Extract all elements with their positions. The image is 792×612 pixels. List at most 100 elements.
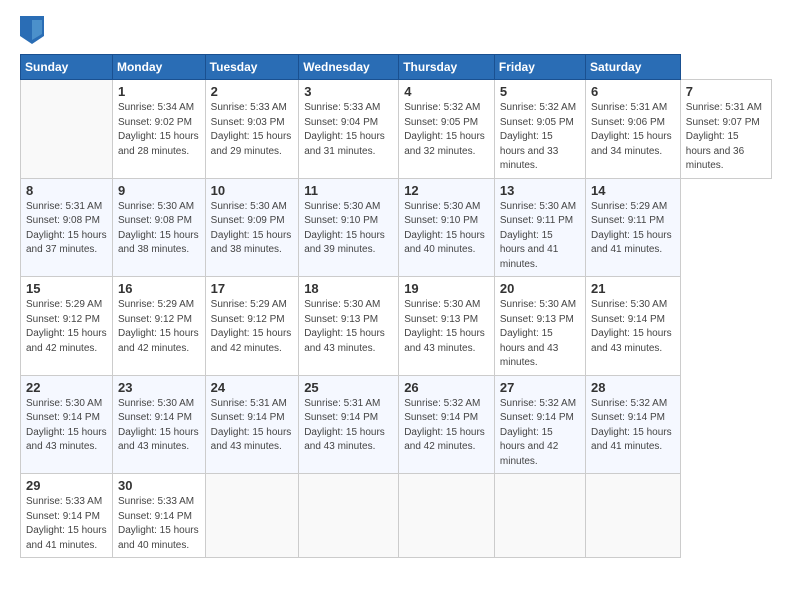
day-number: 14 — [591, 183, 675, 198]
weekday-header-row: SundayMondayTuesdayWednesdayThursdayFrid… — [21, 55, 772, 80]
calendar-cell: 9 Sunrise: 5:30 AMSunset: 9:08 PMDaylight… — [112, 178, 205, 277]
day-number: 5 — [500, 84, 580, 99]
day-number: 20 — [500, 281, 580, 296]
day-info: Sunrise: 5:33 AMSunset: 9:03 PMDaylight:… — [211, 101, 294, 159]
calendar-cell: 19 Sunrise: 5:30 AMSunset: 9:13 PMDayligh… — [399, 277, 495, 376]
calendar-cell — [586, 474, 681, 558]
day-info: Sunrise: 5:30 AMSunset: 9:14 PMDaylight:… — [26, 397, 107, 455]
calendar-cell: 27 Sunrise: 5:32 AMSunset: 9:14 PMDayligh… — [494, 375, 585, 474]
weekday-header-thursday: Thursday — [399, 55, 495, 80]
day-number: 17 — [211, 281, 294, 296]
calendar-cell — [399, 474, 495, 558]
day-info: Sunrise: 5:30 AMSunset: 9:13 PMDaylight:… — [304, 298, 393, 356]
day-number: 21 — [591, 281, 675, 296]
day-number: 26 — [404, 380, 489, 395]
header-area — [20, 16, 772, 44]
day-info: Sunrise: 5:31 AMSunset: 9:14 PMDaylight:… — [211, 397, 294, 455]
calendar-cell: 1 Sunrise: 5:34 AMSunset: 9:02 PMDaylight… — [112, 80, 205, 179]
weekday-header-wednesday: Wednesday — [299, 55, 399, 80]
calendar-cell: 16 Sunrise: 5:29 AMSunset: 9:12 PMDayligh… — [112, 277, 205, 376]
calendar-cell: 30 Sunrise: 5:33 AMSunset: 9:14 PMDayligh… — [112, 474, 205, 558]
calendar-cell: 11 Sunrise: 5:30 AMSunset: 9:10 PMDayligh… — [299, 178, 399, 277]
day-number: 6 — [591, 84, 675, 99]
day-info: Sunrise: 5:32 AMSunset: 9:14 PMDaylight:… — [500, 397, 580, 470]
calendar-cell: 26Sunrise: 5:32 AMSunset: 9:14 PMDayligh… — [399, 375, 495, 474]
day-number: 28 — [591, 380, 675, 395]
day-number: 25 — [304, 380, 393, 395]
day-info: Sunrise: 5:30 AMSunset: 9:11 PMDaylight:… — [500, 200, 580, 273]
calendar-cell: 25 Sunrise: 5:31 AMSunset: 9:14 PMDayligh… — [299, 375, 399, 474]
day-number: 1 — [118, 84, 200, 99]
day-number: 11 — [304, 183, 393, 198]
day-info: Sunrise: 5:31 AMSunset: 9:08 PMDaylight:… — [26, 200, 107, 258]
day-info: Sunrise: 5:29 AMSunset: 9:11 PMDaylight:… — [591, 200, 675, 258]
calendar-cell: 23 Sunrise: 5:30 AMSunset: 9:14 PMDayligh… — [112, 375, 205, 474]
day-info: Sunrise: 5:30 AMSunset: 9:14 PMDaylight:… — [118, 397, 200, 455]
day-info: Sunrise: 5:29 AMSunset: 9:12 PMDaylight:… — [211, 298, 294, 356]
calendar-cell: 7 Sunrise: 5:31 AMSunset: 9:07 PMDaylight… — [680, 80, 771, 179]
day-number: 7 — [686, 84, 766, 99]
day-number: 9 — [118, 183, 200, 198]
calendar-cell: 12Sunrise: 5:30 AMSunset: 9:10 PMDayligh… — [399, 178, 495, 277]
day-number: 3 — [304, 84, 393, 99]
day-info: Sunrise: 5:30 AMSunset: 9:13 PMDaylight:… — [500, 298, 580, 371]
calendar: SundayMondayTuesdayWednesdayThursdayFrid… — [20, 54, 772, 558]
day-info: Sunrise: 5:32 AMSunset: 9:05 PMDaylight:… — [500, 101, 580, 174]
page: SundayMondayTuesdayWednesdayThursdayFrid… — [0, 0, 792, 612]
day-number: 10 — [211, 183, 294, 198]
calendar-cell: 21 Sunrise: 5:30 AMSunset: 9:14 PMDayligh… — [586, 277, 681, 376]
calendar-cell — [299, 474, 399, 558]
day-number: 2 — [211, 84, 294, 99]
week-row-2: 8 Sunrise: 5:31 AMSunset: 9:08 PMDaylight… — [21, 178, 772, 277]
calendar-cell: 4Sunrise: 5:32 AMSunset: 9:05 PMDaylight… — [399, 80, 495, 179]
day-info: Sunrise: 5:33 AMSunset: 9:14 PMDaylight:… — [118, 495, 200, 553]
day-info: Sunrise: 5:32 AMSunset: 9:14 PMDaylight:… — [591, 397, 675, 455]
day-info: Sunrise: 5:30 AMSunset: 9:09 PMDaylight:… — [211, 200, 294, 258]
calendar-cell: 15Sunrise: 5:29 AMSunset: 9:12 PMDayligh… — [21, 277, 113, 376]
calendar-cell: 6Sunrise: 5:31 AMSunset: 9:06 PMDaylight… — [586, 80, 681, 179]
weekday-header-saturday: Saturday — [586, 55, 681, 80]
weekday-header-monday: Monday — [112, 55, 205, 80]
day-number: 30 — [118, 478, 200, 493]
day-info: Sunrise: 5:30 AMSunset: 9:13 PMDaylight:… — [404, 298, 489, 356]
calendar-cell: 20 Sunrise: 5:30 AMSunset: 9:13 PMDayligh… — [494, 277, 585, 376]
week-row-4: 22 Sunrise: 5:30 AMSunset: 9:14 PMDayligh… — [21, 375, 772, 474]
day-number: 23 — [118, 380, 200, 395]
day-number: 27 — [500, 380, 580, 395]
calendar-cell: 8 Sunrise: 5:31 AMSunset: 9:08 PMDaylight… — [21, 178, 113, 277]
week-row-5: 29Sunrise: 5:33 AMSunset: 9:14 PMDayligh… — [21, 474, 772, 558]
calendar-cell: 22 Sunrise: 5:30 AMSunset: 9:14 PMDayligh… — [21, 375, 113, 474]
day-number: 19 — [404, 281, 489, 296]
day-number: 22 — [26, 380, 107, 395]
weekday-header-tuesday: Tuesday — [205, 55, 299, 80]
calendar-cell: 24 Sunrise: 5:31 AMSunset: 9:14 PMDayligh… — [205, 375, 299, 474]
day-number: 16 — [118, 281, 200, 296]
day-number: 24 — [211, 380, 294, 395]
weekday-header-sunday: Sunday — [21, 55, 113, 80]
day-info: Sunrise: 5:34 AMSunset: 9:02 PMDaylight:… — [118, 101, 200, 159]
day-info: Sunrise: 5:29 AMSunset: 9:12 PMDaylight:… — [26, 298, 107, 356]
day-info: Sunrise: 5:31 AMSunset: 9:14 PMDaylight:… — [304, 397, 393, 455]
day-info: Sunrise: 5:30 AMSunset: 9:10 PMDaylight:… — [304, 200, 393, 258]
day-number: 12 — [404, 183, 489, 198]
day-info: Sunrise: 5:33 AMSunset: 9:04 PMDaylight:… — [304, 101, 393, 159]
day-info: Sunrise: 5:33 AMSunset: 9:14 PMDaylight:… — [26, 495, 107, 553]
day-info: Sunrise: 5:30 AMSunset: 9:08 PMDaylight:… — [118, 200, 200, 258]
day-number: 4 — [404, 84, 489, 99]
calendar-cell: 3 Sunrise: 5:33 AMSunset: 9:04 PMDaylight… — [299, 80, 399, 179]
calendar-cell — [205, 474, 299, 558]
calendar-cell: 13 Sunrise: 5:30 AMSunset: 9:11 PMDayligh… — [494, 178, 585, 277]
calendar-cell: 5 Sunrise: 5:32 AMSunset: 9:05 PMDaylight… — [494, 80, 585, 179]
calendar-cell: 29Sunrise: 5:33 AMSunset: 9:14 PMDayligh… — [21, 474, 113, 558]
week-row-3: 15Sunrise: 5:29 AMSunset: 9:12 PMDayligh… — [21, 277, 772, 376]
day-info: Sunrise: 5:31 AMSunset: 9:07 PMDaylight:… — [686, 101, 766, 174]
day-info: Sunrise: 5:29 AMSunset: 9:12 PMDaylight:… — [118, 298, 200, 356]
day-number: 8 — [26, 183, 107, 198]
day-info: Sunrise: 5:30 AMSunset: 9:14 PMDaylight:… — [591, 298, 675, 356]
calendar-cell: 17 Sunrise: 5:29 AMSunset: 9:12 PMDayligh… — [205, 277, 299, 376]
calendar-cell: 10 Sunrise: 5:30 AMSunset: 9:09 PMDayligh… — [205, 178, 299, 277]
week-row-1: 1 Sunrise: 5:34 AMSunset: 9:02 PMDaylight… — [21, 80, 772, 179]
day-number: 18 — [304, 281, 393, 296]
empty-cell — [21, 80, 113, 179]
day-number: 13 — [500, 183, 580, 198]
